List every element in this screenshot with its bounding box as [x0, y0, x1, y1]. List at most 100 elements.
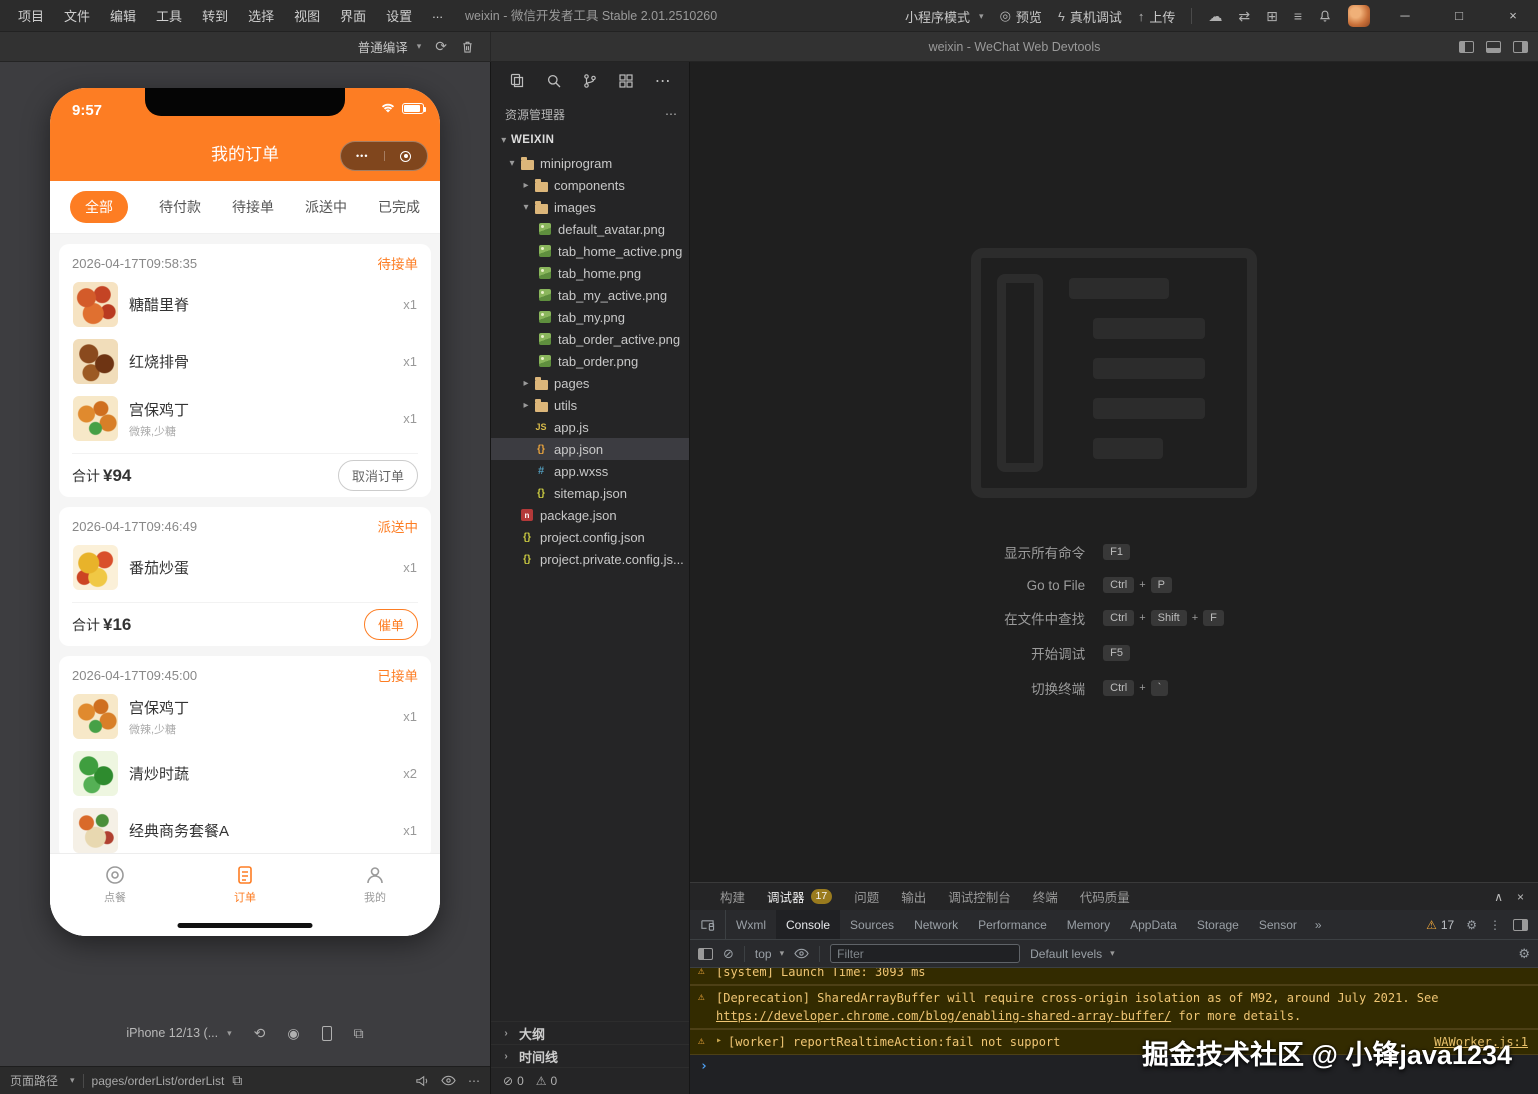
toggle-bottom-panel-icon[interactable]	[1486, 41, 1501, 53]
tree-folder-images[interactable]: ▾ images	[491, 196, 689, 218]
devtools-tab-sensor[interactable]: Sensor	[1249, 910, 1307, 939]
tree-file-appjs[interactable]: app.js	[491, 416, 689, 438]
close-button[interactable]: ×	[1494, 0, 1532, 32]
minimize-button[interactable]: ─	[1386, 0, 1424, 32]
copy-path-icon[interactable]: ⧉	[232, 1072, 242, 1089]
device-selector[interactable]: iPhone 12/13 (... ▾	[126, 1026, 231, 1040]
menu-goto[interactable]: 转到	[194, 3, 236, 28]
console-context-selector[interactable]: top ▾	[755, 947, 784, 961]
order-card[interactable]: 2026-04-17T09:46:49 派送中 番茄炒蛋 x1 合计 ¥16 催单	[59, 507, 431, 646]
tree-file-png[interactable]: tab_home.png	[491, 262, 689, 284]
panel-tab-debug-console[interactable]: 调试控制台	[948, 887, 1011, 906]
close-panel-icon[interactable]: ×	[1517, 890, 1524, 904]
recompile-icon[interactable]: ⟳	[435, 38, 447, 55]
menu-tools[interactable]: 工具	[148, 3, 190, 28]
eye-icon[interactable]	[441, 1075, 456, 1086]
devtools-tab-sources[interactable]: Sources	[840, 910, 904, 939]
mini-program-mode-selector[interactable]: 小程序模式 ▾	[905, 7, 984, 26]
tree-file-sitemapjson[interactable]: sitemap.json	[491, 482, 689, 504]
tree-file-png[interactable]: tab_my.png	[491, 306, 689, 328]
tree-file-png[interactable]: tab_order_active.png	[491, 328, 689, 350]
tab-pending-payment[interactable]: 待付款	[159, 197, 201, 217]
tree-file-png[interactable]: tab_order.png	[491, 350, 689, 372]
capsule-more-button[interactable]: •••	[341, 151, 385, 161]
hamburger-menu-icon[interactable]: ≡	[1294, 8, 1302, 24]
grid-icon[interactable]: ⊞	[1266, 8, 1278, 25]
menu-view[interactable]: 视图	[286, 3, 328, 28]
menu-interface[interactable]: 界面	[332, 3, 374, 28]
devtools-tab-network[interactable]: Network	[904, 910, 968, 939]
console-settings-icon[interactable]: ⚙	[1518, 946, 1530, 962]
tree-root-weixin[interactable]: ▾ WEIXIN	[491, 128, 689, 152]
tab-completed[interactable]: 已完成	[378, 197, 420, 217]
extensions-icon[interactable]	[618, 73, 634, 89]
maximize-button[interactable]: □	[1440, 0, 1478, 32]
record-icon[interactable]: ◉	[287, 1025, 299, 1042]
menu-project[interactable]: 项目	[10, 3, 52, 28]
tree-folder-miniprogram[interactable]: ▾ miniprogram	[491, 152, 689, 174]
megaphone-icon[interactable]	[415, 1075, 429, 1087]
panel-tab-code-quality[interactable]: 代码质量	[1080, 887, 1130, 906]
menu-more[interactable]: ...	[424, 3, 451, 28]
devtools-tab-console[interactable]: Console	[776, 910, 841, 939]
dock-side-icon[interactable]	[1513, 918, 1528, 931]
device-debug-button[interactable]: ϟ 真机调试	[1058, 7, 1122, 26]
menu-file[interactable]: 文件	[56, 3, 98, 28]
devtools-tab-appdata[interactable]: AppData	[1120, 910, 1187, 939]
compile-mode-selector[interactable]: 普通编译 ▾	[358, 37, 422, 56]
console-sidebar-icon[interactable]	[698, 947, 713, 960]
warning-counter[interactable]: ⚠ 17	[1426, 918, 1454, 932]
tab-pending-accept[interactable]: 待接单	[232, 197, 274, 217]
panel-tab-terminal[interactable]: 终端	[1033, 887, 1058, 906]
user-avatar[interactable]	[1348, 5, 1370, 27]
devtools-tab-wxml[interactable]: Wxml	[726, 910, 776, 939]
tree-file-png[interactable]: tab_home_active.png	[491, 240, 689, 262]
multi-window-icon[interactable]: ⧉	[354, 1025, 364, 1042]
expand-icon[interactable]: ▸	[716, 1033, 722, 1051]
tree-file-projectconfig[interactable]: project.config.json	[491, 526, 689, 548]
toggle-right-panel-icon[interactable]	[1513, 41, 1528, 53]
toggle-left-panel-icon[interactable]	[1459, 41, 1474, 53]
console-filter-input[interactable]	[830, 944, 1021, 963]
tree-file-appjson-selected[interactable]: app.json	[491, 438, 689, 460]
devtools-menu-icon[interactable]: ⋮	[1489, 918, 1501, 932]
cloud-icon[interactable]: ☁	[1208, 8, 1222, 25]
more-actions-icon[interactable]: ⋯	[665, 107, 677, 121]
live-expression-eye-icon[interactable]	[794, 948, 809, 959]
clear-console-icon[interactable]: ⊘	[723, 946, 734, 962]
more-icon[interactable]: ⋯	[468, 1074, 480, 1088]
tree-file-png[interactable]: default_avatar.png	[491, 218, 689, 240]
tab-delivering[interactable]: 派送中	[305, 197, 347, 217]
tabbar-item-food[interactable]: 点餐	[50, 854, 180, 936]
search-icon[interactable]	[546, 73, 562, 89]
tree-file-packagejson[interactable]: package.json	[491, 504, 689, 526]
devtools-tab-storage[interactable]: Storage	[1187, 910, 1249, 939]
order-card[interactable]: 2026-04-17T09:58:35 待接单 糖醋里脊 x1 红烧排骨 x1	[59, 244, 431, 497]
capsule-close-button[interactable]	[385, 150, 428, 162]
more-tabs-icon[interactable]: »	[1307, 918, 1330, 932]
devtools-tab-performance[interactable]: Performance	[968, 910, 1057, 939]
urge-order-button[interactable]: 催单	[363, 609, 418, 640]
compare-icon[interactable]: ⇄	[1238, 8, 1250, 25]
log-levels-selector[interactable]: Default levels ▾	[1030, 947, 1115, 961]
tree-file-appwxss[interactable]: app.wxss	[491, 460, 689, 482]
panel-tab-build[interactable]: 构建	[720, 887, 745, 906]
device-toolbar-icon[interactable]	[690, 910, 726, 939]
collapse-panel-icon[interactable]: ∧	[1494, 890, 1503, 904]
files-icon[interactable]	[509, 73, 525, 89]
panel-tab-output[interactable]: 输出	[901, 887, 926, 906]
git-branch-icon[interactable]	[582, 73, 598, 89]
order-card[interactable]: 2026-04-17T09:45:00 已接单 宫保鸡丁 微辣,少糖 x1 清炒…	[59, 656, 431, 859]
tree-folder-components[interactable]: ▸ components	[491, 174, 689, 196]
clear-cache-trash-icon[interactable]	[461, 40, 474, 54]
devtools-settings-icon[interactable]: ⚙	[1466, 918, 1477, 932]
tree-folder-utils[interactable]: ▸ utils	[491, 394, 689, 416]
bell-icon[interactable]	[1318, 9, 1332, 23]
outline-section[interactable]: › 大纲	[491, 1021, 689, 1044]
panel-tab-debugger[interactable]: 调试器 17	[767, 887, 833, 906]
page-path-selector[interactable]: 页面路径	[10, 1072, 58, 1089]
preview-button[interactable]: ◎ 预览	[1000, 7, 1042, 26]
cancel-order-button[interactable]: 取消订单	[337, 460, 418, 491]
more-icon[interactable]: ⋯	[655, 71, 671, 91]
tree-file-projectprivateconfig[interactable]: project.private.config.js...	[491, 548, 689, 570]
